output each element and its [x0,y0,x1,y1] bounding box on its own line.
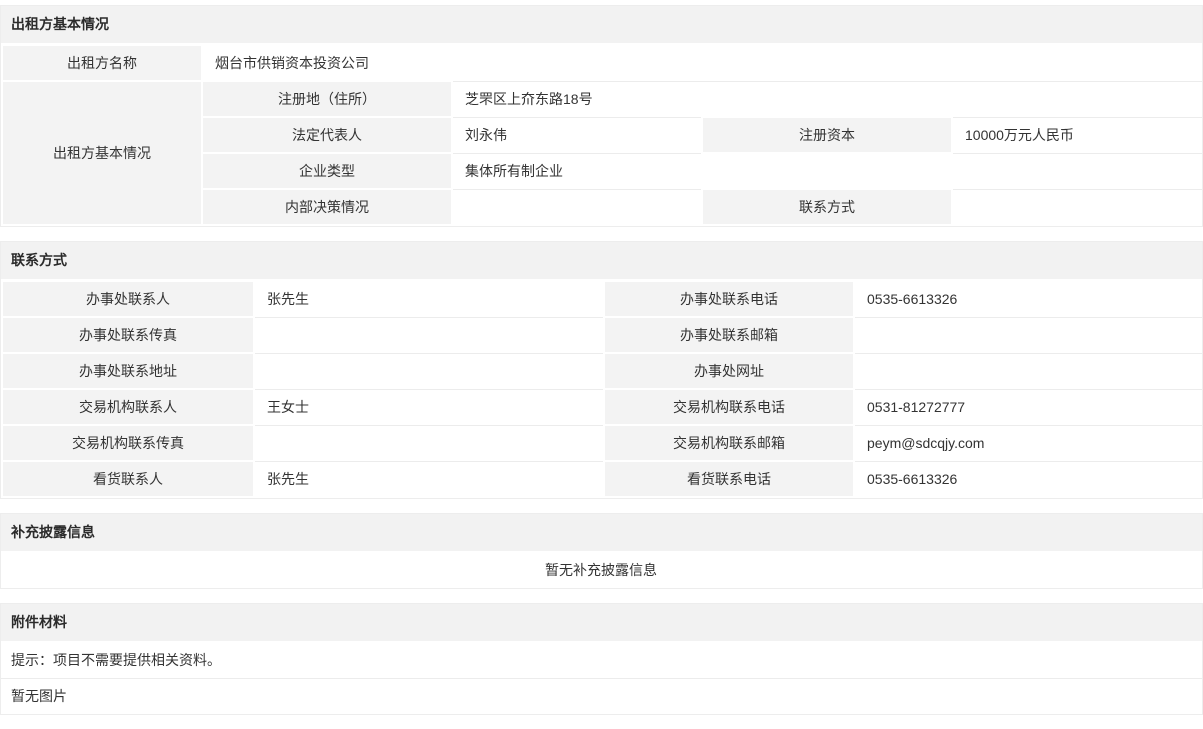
trading-agency-contact-phone-label: 交易机构联系电话 [604,389,854,425]
office-contact-address-label: 办事处联系地址 [2,353,254,389]
trading-agency-contact-fax-label: 交易机构联系传真 [2,425,254,461]
legal-representative-label: 法定代表人 [202,117,452,153]
section-supplementary-disclosure: 补充披露信息 暂无补充披露信息 [0,513,1203,589]
contact-method-label: 联系方式 [702,189,952,225]
table-row: 看货联系人 张先生 看货联系电话 0535-6613326 [2,461,1202,497]
section-title-lessor-basic-info: 出租方基本情况 [1,6,1202,44]
section-title-attachments: 附件材料 [1,604,1202,642]
lessor-basic-info-table: 出租方名称 烟台市供销资本投资公司 出租方基本情况 注册地（住所） 芝罘区上夼东… [1,44,1202,226]
table-row: 出租方名称 烟台市供销资本投资公司 [2,45,1202,81]
table-row: 交易机构联系传真 交易机构联系邮箱 peym@sdcqjy.com [2,425,1202,461]
goods-viewing-contact-phone-label: 看货联系电话 [604,461,854,497]
office-contact-person-label: 办事处联系人 [2,281,254,317]
section-attachments: 附件材料 提示：项目不需要提供相关资料。 暂无图片 [0,603,1203,715]
office-website-label: 办事处网址 [604,353,854,389]
office-contact-person-value: 张先生 [254,281,604,317]
supplementary-disclosure-table: 暂无补充披露信息 [1,552,1202,588]
table-row: 暂无图片 [1,678,1202,714]
table-row: 暂无补充披露信息 [1,552,1202,588]
contact-info-table: 办事处联系人 张先生 办事处联系电话 0535-6613326 办事处联系传真 … [1,280,1202,498]
goods-viewing-contact-phone-value: 0535-6613326 [854,461,1202,497]
no-disclosure-text: 暂无补充披露信息 [1,552,1202,588]
table-row: 办事处联系人 张先生 办事处联系电话 0535-6613326 [2,281,1202,317]
no-image-text: 暂无图片 [1,678,1202,714]
enterprise-type-value: 集体所有制企业 [452,153,1202,189]
lessor-name-label: 出租方名称 [2,45,202,81]
trading-agency-contact-email-label: 交易机构联系邮箱 [604,425,854,461]
table-row: 出租方基本情况 注册地（住所） 芝罘区上夼东路18号 [2,81,1202,117]
office-website-value [854,353,1202,389]
attachments-table: 提示：项目不需要提供相关资料。 暂无图片 [1,642,1202,714]
trading-agency-contact-phone-value: 0531-81272777 [854,389,1202,425]
contact-method-value [952,189,1202,225]
trading-agency-contact-person-label: 交易机构联系人 [2,389,254,425]
internal-decision-value [452,189,702,225]
lessor-name-value: 烟台市供销资本投资公司 [202,45,1202,81]
office-contact-address-value [254,353,604,389]
table-row: 办事处联系传真 办事处联系邮箱 [2,317,1202,353]
goods-viewing-contact-person-value: 张先生 [254,461,604,497]
table-row: 交易机构联系人 王女士 交易机构联系电话 0531-81272777 [2,389,1202,425]
office-contact-phone-label: 办事处联系电话 [604,281,854,317]
enterprise-type-label: 企业类型 [202,153,452,189]
internal-decision-label: 内部决策情况 [202,189,452,225]
legal-representative-value: 刘永伟 [452,117,702,153]
registered-capital-label: 注册资本 [702,117,952,153]
section-title-contact-info: 联系方式 [1,242,1202,280]
office-contact-fax-value [254,317,604,353]
trading-agency-contact-email-value: peym@sdcqjy.com [854,425,1202,461]
office-contact-email-value [854,317,1202,353]
table-row: 办事处联系地址 办事处网址 [2,353,1202,389]
trading-agency-contact-fax-value [254,425,604,461]
table-row: 提示：项目不需要提供相关资料。 [1,642,1202,678]
registered-address-value: 芝罘区上夼东路18号 [452,81,1202,117]
office-contact-phone-value: 0535-6613326 [854,281,1202,317]
attachments-hint-text: 提示：项目不需要提供相关资料。 [1,642,1202,678]
lessor-detail-page: 出租方基本情况 出租方名称 烟台市供销资本投资公司 出租方基本情况 注册地（住所… [0,0,1203,715]
section-contact-info: 联系方式 办事处联系人 张先生 办事处联系电话 0535-6613326 办事处… [0,241,1203,499]
goods-viewing-contact-person-label: 看货联系人 [2,461,254,497]
section-lessor-basic-info: 出租方基本情况 出租方名称 烟台市供销资本投资公司 出租方基本情况 注册地（住所… [0,5,1203,227]
office-contact-email-label: 办事处联系邮箱 [604,317,854,353]
registered-address-label: 注册地（住所） [202,81,452,117]
office-contact-fax-label: 办事处联系传真 [2,317,254,353]
registered-capital-value: 10000万元人民币 [952,117,1202,153]
lessor-basic-info-group-label: 出租方基本情况 [2,81,202,225]
section-title-supplementary-disclosure: 补充披露信息 [1,514,1202,552]
trading-agency-contact-person-value: 王女士 [254,389,604,425]
